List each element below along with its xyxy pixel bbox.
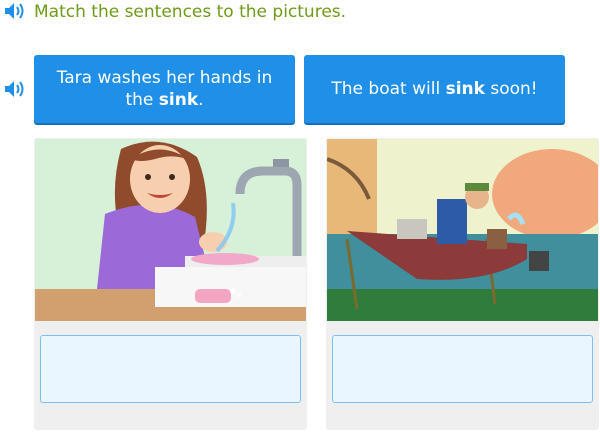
sentence-2-text: The boat will bbox=[331, 79, 446, 99]
sentence-1-bold-word: sink bbox=[158, 90, 199, 110]
drop-zone-1[interactable] bbox=[40, 335, 301, 403]
speaker-icon[interactable] bbox=[4, 2, 26, 20]
drop-zone-2[interactable] bbox=[332, 335, 593, 403]
speaker-icon[interactable] bbox=[4, 80, 26, 98]
sentence-1-end: . bbox=[198, 90, 204, 110]
sentence-tile-1[interactable]: Tara washes her hands in the sink. bbox=[34, 55, 295, 123]
picture-card-2 bbox=[326, 138, 599, 430]
picture-card-1 bbox=[34, 138, 307, 430]
instruction-text: Match the sentences to the pictures. bbox=[34, 2, 347, 22]
sentence-tile-2[interactable]: The boat will sink soon! bbox=[304, 55, 565, 123]
man-in-sinking-boat-image bbox=[327, 139, 598, 321]
girl-washing-hands-image bbox=[35, 139, 306, 321]
sentence-2-end: soon! bbox=[484, 79, 538, 99]
sentence-2-bold-word: sink bbox=[445, 79, 485, 99]
